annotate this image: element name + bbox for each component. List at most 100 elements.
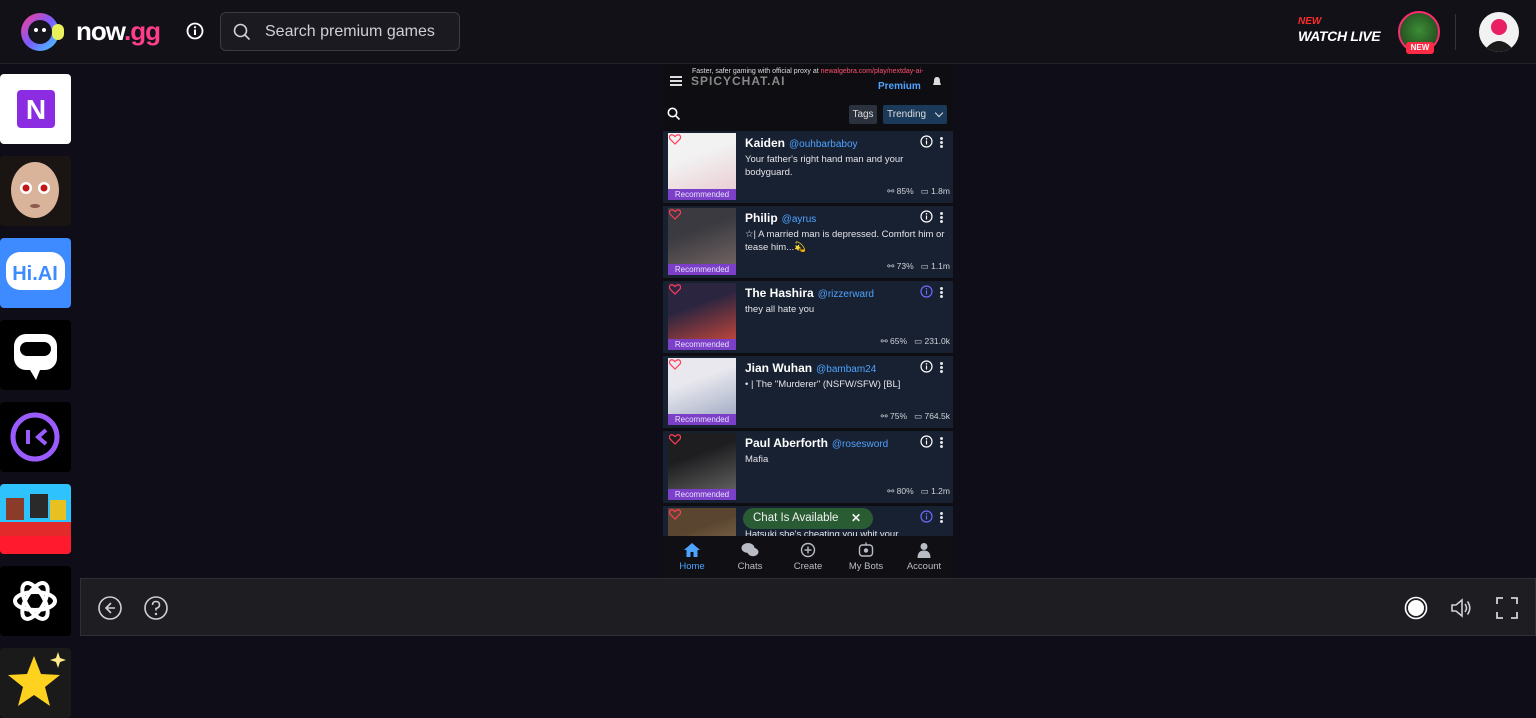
character-card[interactable]: Recommended Jian Wuhan @bambam24 • | The "M…: [663, 356, 953, 428]
character-name[interactable]: Philip @ayrus: [745, 211, 816, 225]
help-icon[interactable]: [143, 595, 169, 621]
more-options-icon[interactable]: [940, 287, 943, 298]
bottom-nav: Home Chats Create My Bots Account: [663, 536, 953, 578]
header-divider: [1455, 14, 1456, 50]
creator-handle[interactable]: @rizzerward: [818, 289, 874, 300]
my-bots-icon: [858, 542, 874, 557]
app-tile-blocky[interactable]: [0, 484, 71, 554]
search-input[interactable]: [265, 13, 455, 50]
more-options-icon[interactable]: [940, 512, 943, 523]
blocky-game-icon: [0, 484, 71, 554]
bell-icon[interactable]: [931, 76, 943, 88]
nav-chats[interactable]: Chats: [721, 536, 779, 578]
info-icon[interactable]: [186, 22, 204, 40]
nowgg-logo-icon[interactable]: [16, 12, 66, 52]
heart-icon[interactable]: [669, 134, 681, 145]
search-icon: [233, 23, 251, 41]
character-description: Mafia: [745, 454, 769, 465]
app-tile-doll[interactable]: [0, 156, 71, 226]
character-description: Your father's right hand man and your bo…: [745, 154, 904, 178]
more-options-icon[interactable]: [940, 212, 943, 223]
purple-chat-app-icon: [10, 412, 60, 462]
menu-icon[interactable]: [670, 76, 682, 86]
user-avatar[interactable]: [1479, 12, 1519, 52]
chat-count-stat: ▭ 231.0k: [914, 336, 950, 346]
character-name[interactable]: The Hashira @rizzerward: [745, 286, 874, 300]
heart-icon[interactable]: [669, 209, 681, 220]
recommended-badge: Recommended: [668, 339, 736, 350]
more-options-icon[interactable]: [940, 362, 943, 373]
rating-icon: ⚯: [880, 411, 891, 421]
spicychat-logo[interactable]: SPICYCHAT.AI: [691, 74, 785, 88]
watch-live-button[interactable]: NEW WATCH LIVE: [1298, 16, 1394, 48]
top-bar: now.gg NEW WATCH LIVE NEW: [0, 0, 1536, 64]
nav-create[interactable]: Create: [779, 536, 837, 578]
nav-account[interactable]: Account: [895, 536, 953, 578]
recommended-badge: Recommended: [668, 414, 736, 425]
fullscreen-icon[interactable]: [1494, 595, 1520, 621]
nav-home[interactable]: Home: [663, 536, 721, 578]
live-new-badge: NEW: [1406, 42, 1434, 54]
proxy-link[interactable]: newalgebra.com/play/nextday-ai-: [821, 68, 924, 75]
record-icon[interactable]: [1403, 595, 1429, 621]
info-icon[interactable]: [920, 360, 933, 373]
info-icon[interactable]: [920, 435, 933, 448]
heart-icon[interactable]: [669, 284, 681, 295]
volume-icon[interactable]: [1448, 595, 1474, 621]
heart-icon[interactable]: [669, 359, 681, 370]
game-viewport[interactable]: Faster, safer gaming with official proxy…: [663, 64, 953, 578]
character-name[interactable]: Paul Aberforth @rosesword: [745, 436, 888, 450]
chat-available-toast[interactable]: Chat Is Available ✕: [743, 508, 873, 529]
close-icon[interactable]: ✕: [851, 508, 861, 529]
info-icon[interactable]: [920, 210, 933, 223]
nav-my-bots[interactable]: My Bots: [837, 536, 895, 578]
app-tile-openai[interactable]: [0, 566, 71, 636]
app-tile-star[interactable]: [0, 648, 71, 718]
info-icon[interactable]: [920, 285, 933, 298]
recommended-badge: Recommended: [668, 489, 736, 500]
phone-search-icon[interactable]: [667, 107, 681, 121]
search-box[interactable]: [220, 12, 460, 51]
chat-count-stat: ▭ 764.5k: [914, 411, 950, 421]
creator-handle[interactable]: @rosesword: [832, 439, 888, 450]
account-icon: [917, 543, 931, 558]
card-stats: ⚯ 75% ▭ 764.5k: [881, 411, 950, 422]
app-header: Faster, safer gaming with official proxy…: [663, 64, 953, 94]
app-tile-hiai[interactable]: Hi.AI: [0, 238, 71, 308]
rating-icon: ⚯: [887, 186, 897, 196]
character-card[interactable]: Recommended Philip @ayrus ☆| A married man …: [663, 206, 953, 278]
live-stream-avatar[interactable]: NEW: [1398, 11, 1440, 54]
user-icon: [1483, 19, 1515, 52]
trending-dropdown[interactable]: Trending: [883, 105, 947, 124]
chats-icon: [741, 543, 759, 557]
chat-count-stat: ▭ 1.2m: [920, 486, 950, 496]
character-card[interactable]: Recommended The Hashira @rizzerward they al…: [663, 281, 953, 353]
recommended-badge: Recommended: [668, 264, 736, 275]
character-name[interactable]: Kaiden @ouhbarbaboy: [745, 136, 858, 150]
bald-doll-game-icon: [11, 162, 59, 218]
creator-handle[interactable]: @bambam24: [816, 364, 876, 375]
chat-count-stat: ▭ 1.1m: [920, 261, 950, 271]
app-tile-chat[interactable]: [0, 320, 71, 390]
creator-handle[interactable]: @ouhbarbaboy: [789, 139, 858, 150]
more-options-icon[interactable]: [940, 437, 943, 448]
heart-icon[interactable]: [669, 509, 681, 520]
premium-link[interactable]: Premium: [878, 81, 921, 92]
more-options-icon[interactable]: [940, 137, 943, 148]
rating-stat: ⚯ 65%: [880, 336, 908, 346]
brand-name[interactable]: now.gg: [76, 16, 161, 47]
creator-handle[interactable]: @ayrus: [782, 214, 817, 225]
heart-icon[interactable]: [669, 434, 681, 445]
character-card[interactable]: Recommended Kaiden @ouhbarbaboy Your father…: [663, 131, 953, 203]
character-description: • | The "Murderer" (NSFW/SFW) [BL]: [745, 379, 901, 390]
svg-text:N: N: [26, 94, 46, 125]
app-tile-purple[interactable]: [0, 402, 71, 472]
info-icon[interactable]: [920, 135, 933, 148]
back-icon[interactable]: [97, 595, 123, 621]
character-card[interactable]: Recommended Paul Aberforth @rosesword Mafia…: [663, 431, 953, 503]
info-icon[interactable]: [920, 510, 933, 523]
tags-button[interactable]: Tags: [849, 105, 877, 124]
character-name[interactable]: Jian Wuhan @bambam24: [745, 361, 876, 375]
app-tile-n[interactable]: N: [0, 74, 71, 144]
chat-count-icon: ▭: [920, 261, 932, 271]
